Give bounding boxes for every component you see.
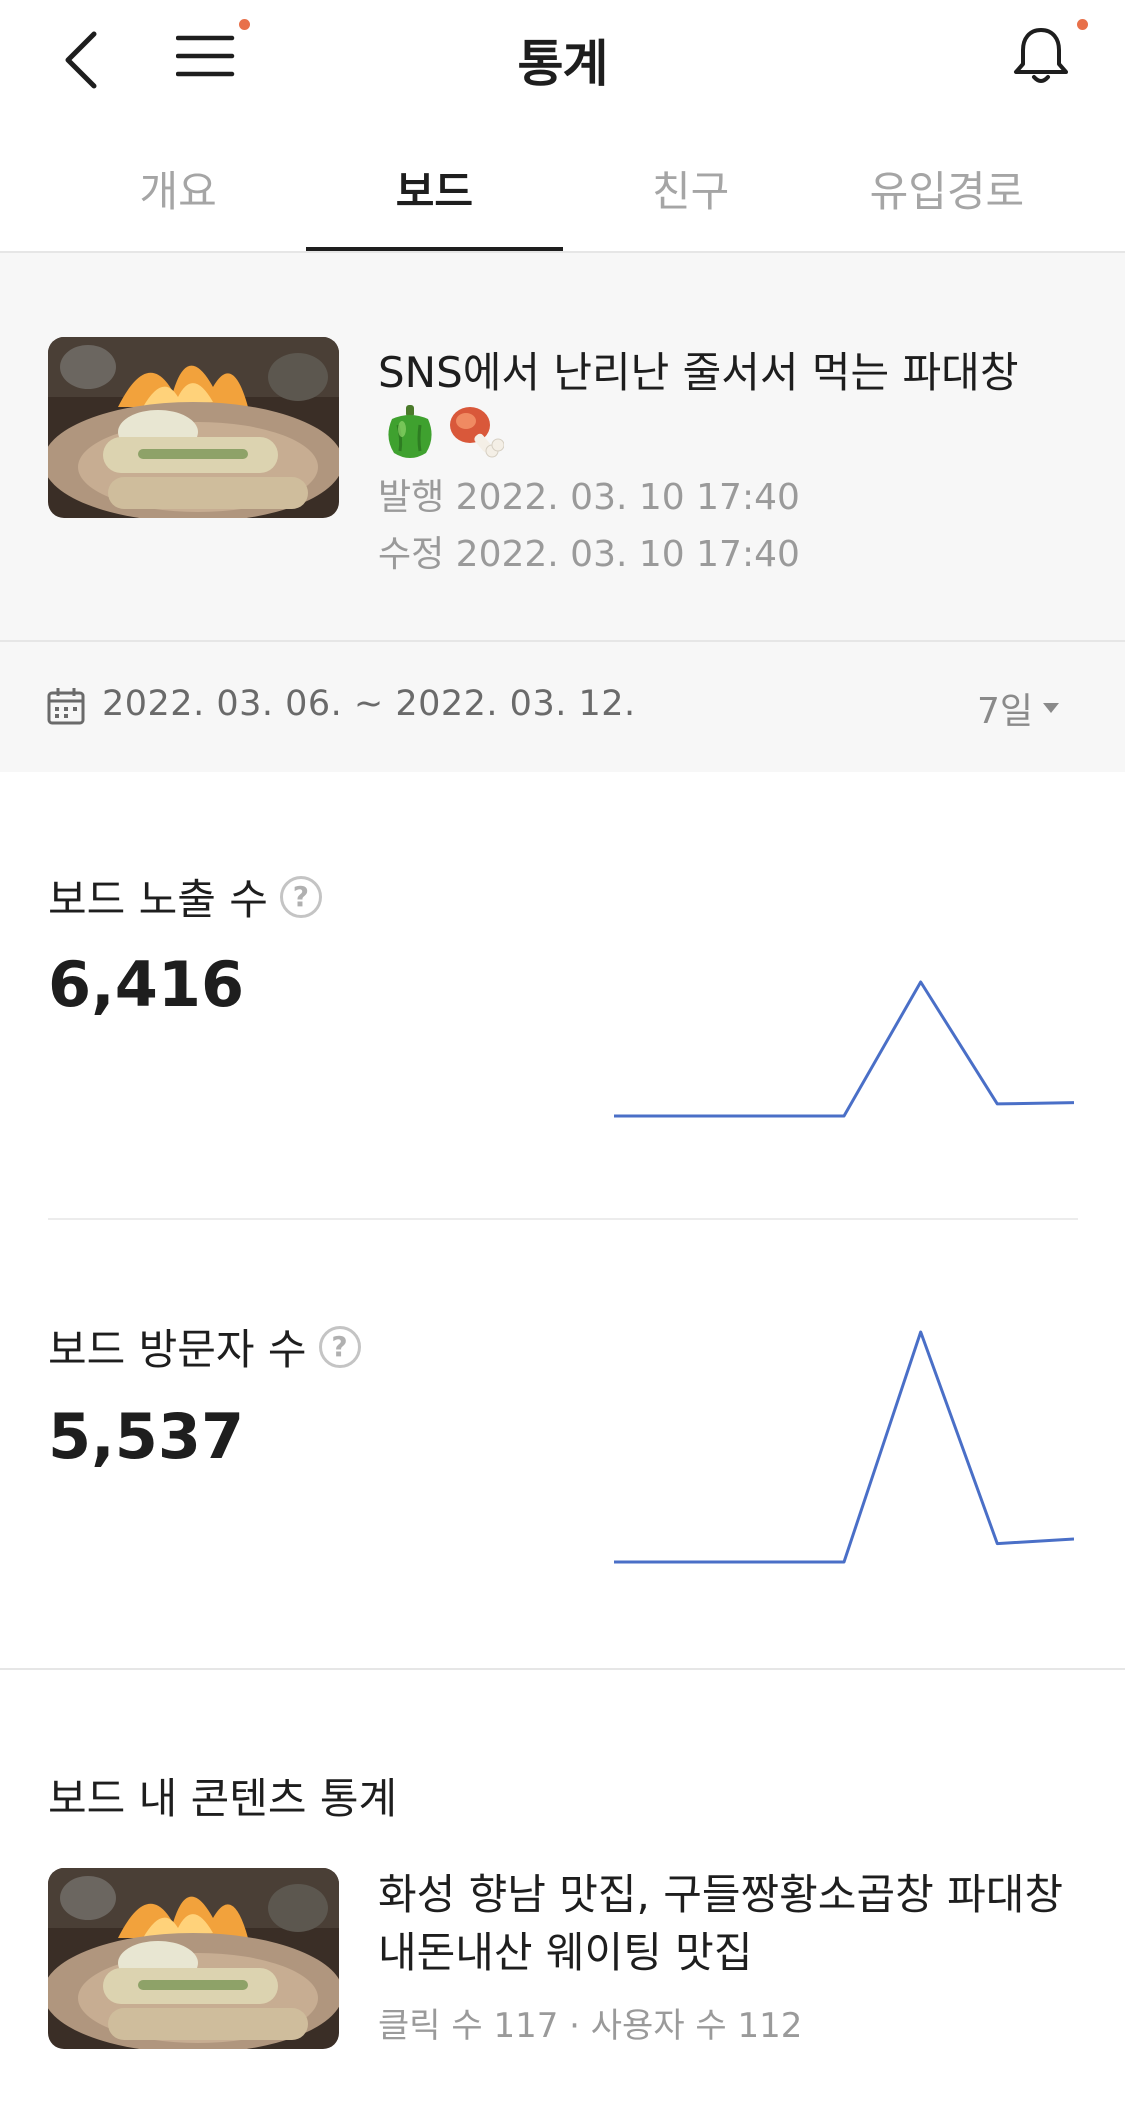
modified-date: 수정 2022. 03. 10 17:40 (378, 534, 800, 575)
content-list-item[interactable]: 화성 향남 맛집, 구들짱황소곱창 파대창 내돈내산 웨이팅 맛집 클릭 수 1… (0, 1866, 1125, 2051)
date-range-bar: 2022. 03. 06. ~ 2022. 03. 12. 7일 (0, 640, 1125, 772)
sparkline-line (614, 980, 1074, 1118)
content-title: 화성 향남 맛집, 구들짱황소곱창 파대창 내돈내산 웨이팅 맛집 (378, 1870, 1063, 1977)
bell-notification-dot (1077, 19, 1088, 30)
top-bar: 통계 (0, 0, 1125, 115)
stat-label: 보드 노출 수 ? (48, 866, 322, 927)
tab-inflow-path[interactable]: 유입경로 (819, 130, 1075, 252)
impressions-sparkline (614, 980, 1074, 1118)
stat-label: 보드 방문자 수 ? (48, 1316, 361, 1377)
period-label: 7일 (976, 691, 1033, 732)
tab-overview[interactable]: 개요 (50, 130, 306, 252)
section-divider (0, 1668, 1125, 1670)
post-title[interactable]: SNS에서 난리난 줄서서 먹는 파대창 (378, 343, 1078, 403)
content-meta: 클릭 수 117 · 사용자 수 112 (378, 2006, 803, 2046)
page-title: 통계 (517, 35, 609, 93)
calendar-icon[interactable] (46, 686, 86, 726)
date-range-text[interactable]: 2022. 03. 06. ~ 2022. 03. 12. (102, 684, 636, 724)
stat-divider (48, 1218, 1078, 1220)
help-icon[interactable]: ? (318, 1325, 361, 1368)
bell-pepper-icon (388, 405, 432, 458)
meat-on-bone-icon (450, 407, 504, 458)
tab-board[interactable]: 보드 (306, 130, 563, 252)
content-stats-title: 보드 내 콘텐츠 통계 (48, 1774, 398, 1823)
content-thumbnail (48, 1868, 339, 2049)
sparkline-line (614, 1330, 1074, 1564)
post-summary: SNS에서 난리난 줄서서 먹는 파대창 발행 2022. 03. 10 17:… (0, 253, 1125, 640)
stat-value: 6,416 (48, 948, 245, 1021)
visitors-sparkline (614, 1330, 1074, 1564)
tab-bar: 개요 보드 친구 유입경로 (50, 130, 1075, 252)
tab-friends[interactable]: 친구 (563, 130, 819, 252)
caret-down-icon (1043, 703, 1059, 713)
published-date: 발행 2022. 03. 10 17:40 (378, 477, 800, 518)
bell-icon[interactable] (1010, 24, 1072, 88)
help-icon[interactable]: ? (279, 875, 322, 918)
post-title-emojis (382, 403, 504, 461)
post-thumbnail (48, 337, 339, 518)
stat-value: 5,537 (48, 1400, 245, 1473)
period-dropdown[interactable]: 7일 (977, 682, 1059, 734)
